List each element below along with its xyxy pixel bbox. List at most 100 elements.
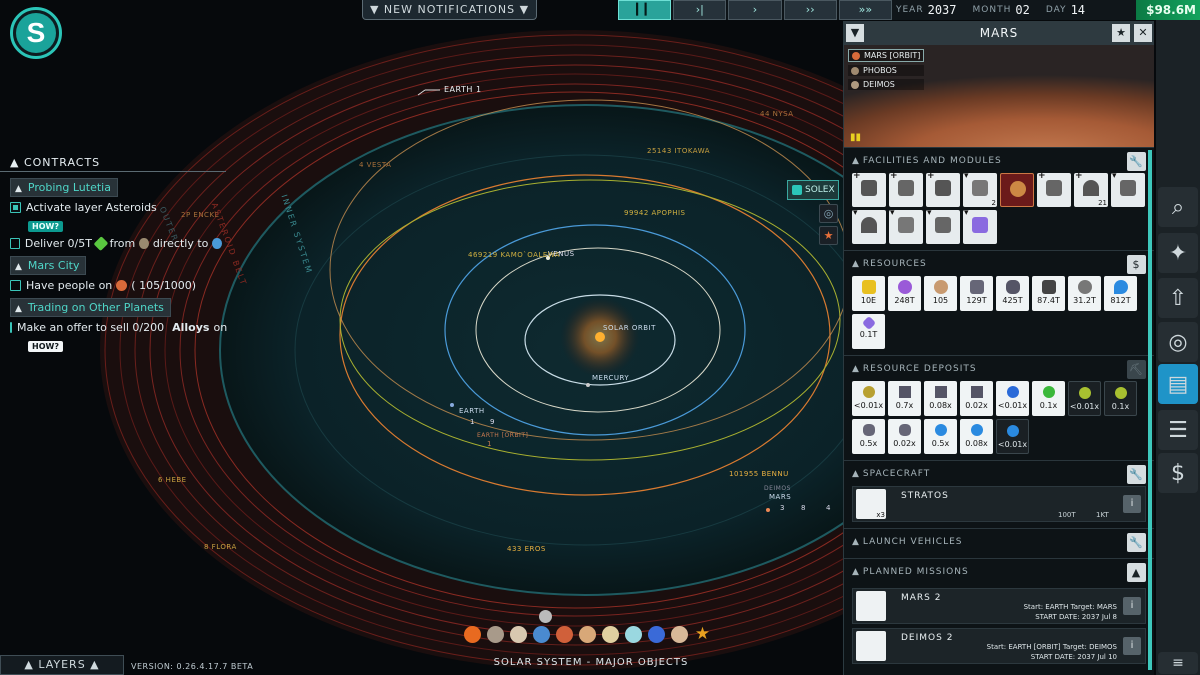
facility-refinery-icon[interactable]: ▾ xyxy=(926,208,960,244)
label-mercury[interactable]: MERCURY xyxy=(592,374,629,382)
orbit-icon[interactable]: ◎ xyxy=(1158,322,1198,362)
label-earth[interactable]: EARTH xyxy=(459,407,485,415)
spacecraft-row[interactable]: x3 STRATOS 100T 1KT i xyxy=(852,486,1146,522)
how-button[interactable]: HOW? xyxy=(28,221,63,232)
fastest-button[interactable]: »» xyxy=(838,0,893,20)
facility-habitat-icon[interactable]: + xyxy=(1037,171,1071,207)
resource-components[interactable]: 31.2T xyxy=(1068,276,1101,311)
contract-task[interactable]: Activate layer Asteroids xyxy=(10,201,226,214)
resource-fuel[interactable]: 248T xyxy=(888,276,921,311)
facility-drill-icon[interactable]: + xyxy=(889,171,923,207)
menu-icon[interactable]: ≡ xyxy=(1158,652,1198,674)
contract-task[interactable]: Deliver 0/5T from directly to xyxy=(10,236,226,251)
deposit-tile[interactable]: 0.02x xyxy=(888,419,921,454)
sun-button[interactable] xyxy=(464,626,481,643)
panels-icon[interactable]: ▤ xyxy=(1158,364,1198,404)
label-hebe[interactable]: 6 HEBE xyxy=(158,476,187,484)
label-flora[interactable]: 8 FLORA xyxy=(204,543,237,551)
label-bennu[interactable]: 101955 BENNU xyxy=(729,470,789,478)
finance-icon[interactable]: $ xyxy=(1158,453,1198,493)
deposit-tile[interactable]: <0.01x xyxy=(996,419,1029,454)
deposit-tile[interactable]: 0.02x xyxy=(960,381,993,416)
resource-rock[interactable]: 425T xyxy=(996,276,1029,311)
planned-missions-header[interactable]: ▲ PLANNED MISSIONS ▲ xyxy=(844,558,1154,584)
satellite-icon[interactable]: ✦ xyxy=(1158,233,1198,273)
label-deimos[interactable]: DEIMOS xyxy=(764,485,791,492)
saturn-button[interactable] xyxy=(602,626,619,643)
moon-button[interactable] xyxy=(539,610,552,623)
favorites-star-icon[interactable]: ★ xyxy=(694,626,711,643)
uranus-button[interactable] xyxy=(625,626,642,643)
resource-alloys[interactable]: 0.1T xyxy=(852,314,885,349)
info-button[interactable]: i xyxy=(1123,495,1141,513)
fast-button[interactable]: ›› xyxy=(783,0,837,20)
mission-row[interactable]: MARS 2 Start: EARTH Target: MARS START D… xyxy=(852,588,1146,624)
pickaxe-icon[interactable]: ⛏ xyxy=(1127,360,1146,379)
wrench-icon[interactable]: 🔧 xyxy=(1127,152,1146,171)
facility-rover-icon[interactable]: + xyxy=(852,171,886,207)
close-panel-button[interactable]: ✕ xyxy=(1134,24,1152,42)
search-icon[interactable]: ⌕ xyxy=(1158,187,1198,227)
facility-hangar-icon[interactable]: ▾ xyxy=(852,208,886,244)
deposit-tile[interactable]: <0.01x xyxy=(1068,381,1101,416)
deposit-tile[interactable]: 0.7x xyxy=(888,381,921,416)
star-filter-icon[interactable]: ★ xyxy=(819,226,838,245)
facility-crane-icon[interactable]: + xyxy=(926,171,960,207)
label-solar-orbit[interactable]: SOLAR ORBIT xyxy=(603,324,656,332)
spacecraft-header[interactable]: ▲ SPACECRAFT 🔧 xyxy=(844,460,1154,486)
wrench-icon[interactable]: 🔧 xyxy=(1127,533,1146,552)
rocket-icon[interactable]: ⇧ xyxy=(1158,278,1198,318)
contracts-title[interactable]: ▲ CONTRACTS xyxy=(0,154,226,172)
new-notifications-button[interactable]: ▼ NEW NOTIFICATIONS ▼ xyxy=(362,0,537,20)
label-earth1[interactable]: EARTH 1 xyxy=(444,85,482,94)
facility-alloy-plant-icon[interactable]: ▾ xyxy=(963,208,997,244)
deposit-tile[interactable]: 0.1x xyxy=(1032,381,1065,416)
deposit-tile[interactable]: <0.01x xyxy=(852,381,885,416)
contract-task[interactable]: Have people on ( 105/1000) xyxy=(10,279,226,292)
deposit-tile[interactable]: 0.08x xyxy=(924,381,957,416)
contract-probing-lutetia[interactable]: ▲ Probing Lutetia xyxy=(10,178,118,197)
label-vesta[interactable]: 4 VESTA xyxy=(359,161,391,169)
rocket-icon[interactable]: ▲ xyxy=(1127,563,1146,582)
favorite-star-button[interactable]: ★ xyxy=(1112,24,1130,42)
mission-row[interactable]: DEIMOS 2 Start: EARTH [ORBIT] Target: DE… xyxy=(852,628,1146,664)
step-button[interactable]: ›| xyxy=(673,0,727,20)
moon-item-mars-orbit[interactable]: MARS [ORBIT] xyxy=(848,49,925,62)
contract-mars-city[interactable]: ▲ Mars City xyxy=(10,256,87,275)
resource-water[interactable]: 812T xyxy=(1104,276,1137,311)
label-eros[interactable]: 433 EROS xyxy=(507,545,546,553)
label-itokawa[interactable]: 25143 ITOKAWA xyxy=(647,147,710,155)
deposit-tile[interactable]: 0.5x xyxy=(852,419,885,454)
earth-button[interactable] xyxy=(533,626,550,643)
contract-task[interactable]: Make an offer to sell 0/200 Alloys on xyxy=(10,321,227,334)
deposit-tile[interactable]: 0.08x xyxy=(960,419,993,454)
facility-solar-panel-icon[interactable]: ▾ 2 xyxy=(963,171,997,207)
deposit-tile[interactable]: 0.5x xyxy=(924,419,957,454)
layers-button[interactable]: ▲ LAYERS ▲ xyxy=(0,655,124,675)
label-nysa[interactable]: 44 NYSA xyxy=(760,110,794,118)
resource-energy[interactable]: 10E xyxy=(852,276,885,311)
info-button[interactable]: i xyxy=(1123,637,1141,655)
wrench-icon[interactable]: 🔧 xyxy=(1127,465,1146,484)
resource-metal[interactable]: 129T xyxy=(960,276,993,311)
mercury-button[interactable] xyxy=(487,626,504,643)
how-button[interactable]: HOW? xyxy=(28,341,63,352)
deposits-header[interactable]: ▲ RESOURCE DEPOSITS ⛏ xyxy=(844,355,1154,381)
resource-people[interactable]: 105 xyxy=(924,276,957,311)
label-earth-orbit[interactable]: EARTH [ORBIT] xyxy=(477,432,528,439)
layer-toggle-icon[interactable]: ◎ xyxy=(819,204,838,223)
deposit-tile[interactable]: <0.01x xyxy=(996,381,1029,416)
label-kamo[interactable]: 469219 KAMO`OALEWA xyxy=(468,251,560,259)
solex-button[interactable]: SOLEX xyxy=(787,180,839,200)
facility-storage-icon[interactable]: ▾ xyxy=(889,208,923,244)
resource-food[interactable]: 87.4T xyxy=(1032,276,1065,311)
neptune-button[interactable] xyxy=(648,626,665,643)
mars-button[interactable] xyxy=(556,626,573,643)
jupiter-button[interactable] xyxy=(579,626,596,643)
document-icon[interactable]: ☰ xyxy=(1158,410,1198,450)
pause-button[interactable]: ▎▎ xyxy=(618,0,672,20)
label-apophis[interactable]: 99942 APOPHIS xyxy=(624,209,686,217)
pluto-button[interactable] xyxy=(671,626,688,643)
collapse-panel-button[interactable]: ▼ xyxy=(846,24,864,42)
facility-dome-icon[interactable]: +21 xyxy=(1074,171,1108,207)
